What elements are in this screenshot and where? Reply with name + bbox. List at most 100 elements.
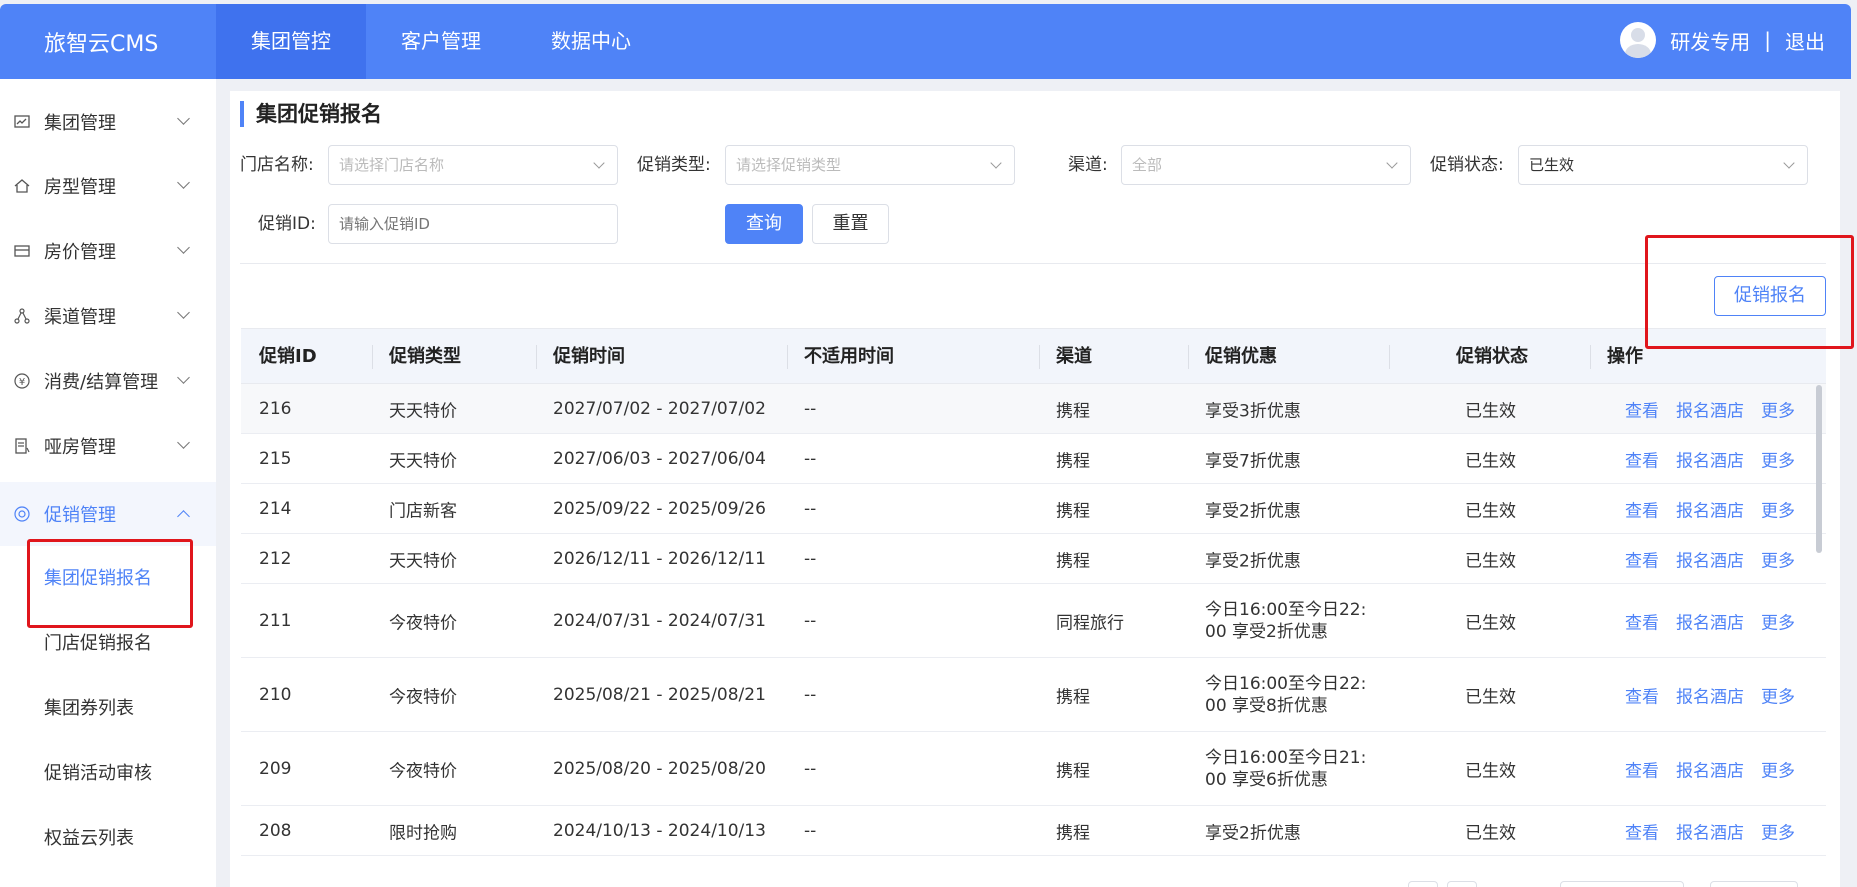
page-size-select[interactable] (1560, 881, 1684, 887)
chevron-down-icon (177, 176, 190, 189)
promo-table: 促销ID 促销类型 促销时间 不适用时间 渠道 促销优惠 促销状态 操作 216… (241, 328, 1826, 856)
more-link[interactable]: 更多 (1761, 818, 1795, 843)
cell-discount: 享受2折优惠 (1205, 551, 1301, 571)
store-select-placeholder: 请选择门店名称 (339, 156, 445, 174)
cell-discount: 享受2折优惠 (1205, 501, 1301, 521)
register-hotel-link[interactable]: 报名酒店 (1676, 546, 1744, 571)
cell-id: 210 (259, 684, 292, 705)
more-link[interactable]: 更多 (1761, 682, 1795, 707)
sidebar-item-room-type[interactable]: 房型管理 (0, 154, 216, 218)
sidebar-item-promotion[interactable]: 促销管理 (0, 482, 216, 546)
document-icon (14, 438, 30, 454)
more-link[interactable]: 更多 (1761, 756, 1795, 781)
channel-select-placeholder: 全部 (1132, 156, 1163, 174)
cell-time: 2024/07/31 - 2024/07/31 (553, 610, 766, 631)
col-header-channel: 渠道 (1056, 346, 1092, 367)
view-link[interactable]: 查看 (1625, 546, 1659, 571)
page-jump-input[interactable] (1710, 881, 1798, 887)
more-link[interactable]: 更多 (1761, 446, 1795, 471)
sidebar-item-channel[interactable]: 渠道管理 (0, 284, 216, 348)
cell-status: 已生效 (1465, 687, 1516, 707)
sidebar-subitem-group-coupon-list[interactable]: 集团券列表 (0, 677, 216, 741)
svg-text:¥: ¥ (19, 377, 25, 388)
chevron-down-icon (177, 112, 190, 125)
register-hotel-link[interactable]: 报名酒店 (1676, 496, 1744, 521)
column-separator (787, 345, 788, 369)
promo-id-input[interactable] (328, 204, 618, 244)
store-select[interactable]: 请选择门店名称 (328, 145, 618, 185)
view-link[interactable]: 查看 (1625, 608, 1659, 633)
top-header: 旅智云CMS 集团管控 客户管理 数据中心 研发专用 | 退出 (0, 4, 1851, 79)
cell-excluded: -- (804, 684, 817, 705)
cell-id: 208 (259, 820, 292, 841)
nav-tab-group-control[interactable]: 集团管控 (216, 4, 366, 79)
highlight-box (1645, 235, 1854, 349)
col-header-status: 促销状态 (1456, 346, 1528, 367)
view-link[interactable]: 查看 (1625, 496, 1659, 521)
table-row: 216 天天特价 2027/07/02 - 2027/07/02 -- 携程 享… (241, 384, 1826, 434)
view-link[interactable]: 查看 (1625, 682, 1659, 707)
chart-icon (14, 114, 30, 130)
register-hotel-link[interactable]: 报名酒店 (1676, 818, 1744, 843)
more-link[interactable]: 更多 (1761, 608, 1795, 633)
more-link[interactable]: 更多 (1761, 396, 1795, 421)
register-hotel-link[interactable]: 报名酒店 (1676, 396, 1744, 421)
store-label: 门店名称: (240, 155, 314, 175)
more-link[interactable]: 更多 (1761, 496, 1795, 521)
cell-discount: 今日16:00至今日22:00 享受2折优惠 (1205, 599, 1367, 642)
cell-time: 2025/08/21 - 2025/08/21 (553, 684, 766, 705)
cell-excluded: -- (804, 398, 817, 419)
cell-discount: 享受7折优惠 (1205, 451, 1301, 471)
register-hotel-link[interactable]: 报名酒店 (1676, 446, 1744, 471)
highlight-box (27, 539, 193, 628)
cell-excluded: -- (804, 610, 817, 631)
table-scrollbar[interactable] (1816, 385, 1822, 553)
sidebar-item-group[interactable]: 集团管理 (0, 90, 216, 154)
user-name[interactable]: 研发专用 (1670, 26, 1750, 55)
cell-channel: 携程 (1056, 401, 1090, 421)
status-select[interactable]: 已生效 (1518, 145, 1808, 185)
sidebar-item-room-price[interactable]: 房价管理 (0, 219, 216, 283)
sidebar-item-settlement[interactable]: ¥ 消费/结算管理 (0, 349, 216, 413)
col-header-excluded: 不适用时间 (804, 346, 894, 367)
view-link[interactable]: 查看 (1625, 756, 1659, 781)
pagination-button[interactable] (1447, 881, 1477, 887)
cell-id: 215 (259, 448, 292, 469)
register-hotel-link[interactable]: 报名酒店 (1676, 608, 1744, 633)
query-button[interactable]: 查询 (725, 204, 803, 244)
cell-channel: 携程 (1056, 687, 1090, 707)
register-hotel-link[interactable]: 报名酒店 (1676, 756, 1744, 781)
sidebar-item-dummy-room[interactable]: 哑房管理 (0, 414, 216, 478)
cell-excluded: -- (804, 548, 817, 569)
nav-tab-data-center[interactable]: 数据中心 (516, 4, 666, 79)
reset-button[interactable]: 重置 (812, 204, 889, 244)
cell-type: 天天特价 (389, 401, 457, 421)
more-link[interactable]: 更多 (1761, 546, 1795, 571)
view-link[interactable]: 查看 (1625, 396, 1659, 421)
sidebar-subitem-rights-cloud-list[interactable]: 权益云列表 (0, 807, 216, 871)
cell-time: 2027/06/03 - 2027/06/04 (553, 448, 766, 469)
yen-icon: ¥ (14, 373, 30, 389)
col-header-id: 促销ID (259, 346, 317, 367)
register-hotel-link[interactable]: 报名酒店 (1676, 682, 1744, 707)
nav-tab-customer[interactable]: 客户管理 (366, 4, 516, 79)
cell-id: 211 (259, 610, 292, 631)
view-link[interactable]: 查看 (1625, 818, 1659, 843)
pagination-button[interactable] (1408, 881, 1438, 887)
avatar[interactable] (1620, 22, 1657, 58)
wallet-icon (14, 243, 30, 259)
cell-id: 212 (259, 548, 292, 569)
chevron-up-icon (177, 510, 190, 523)
type-select[interactable]: 请选择促销类型 (725, 145, 1015, 185)
cell-time: 2025/09/22 - 2025/09/26 (553, 498, 766, 519)
view-link[interactable]: 查看 (1625, 446, 1659, 471)
cell-discount: 享受2折优惠 (1205, 823, 1301, 843)
sidebar-subitem-promo-review[interactable]: 促销活动审核 (0, 742, 216, 806)
cell-channel: 携程 (1056, 501, 1090, 521)
table-row: 210 今夜特价 2025/08/21 - 2025/08/21 -- 携程 今… (241, 658, 1826, 732)
cell-time: 2025/08/20 - 2025/08/20 (553, 758, 766, 779)
channel-select[interactable]: 全部 (1121, 145, 1411, 185)
cell-excluded: -- (804, 448, 817, 469)
logout-link[interactable]: 退出 (1785, 26, 1825, 55)
sidebar-item-label: 房型管理 (44, 177, 116, 198)
